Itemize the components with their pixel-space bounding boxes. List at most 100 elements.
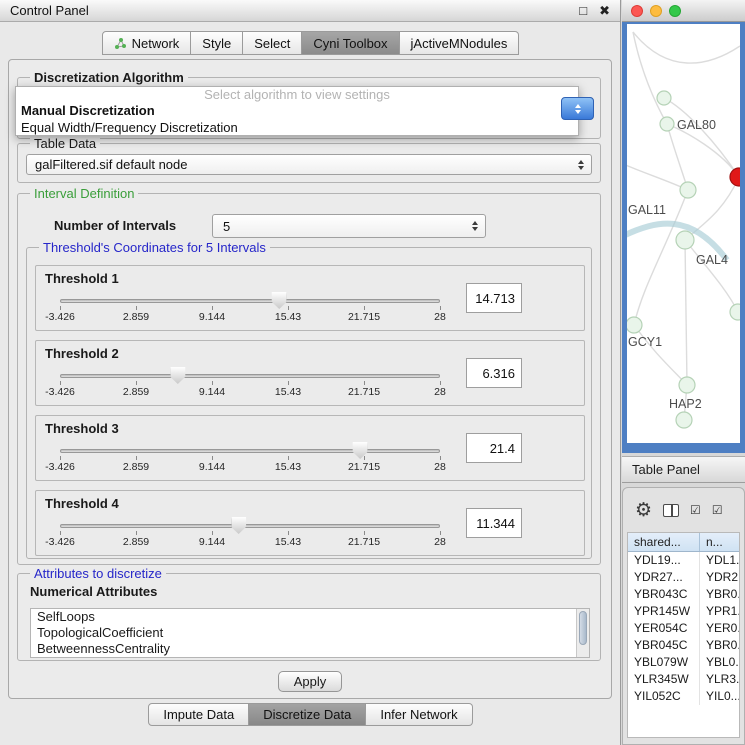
list-scrollbar[interactable]: [576, 609, 589, 657]
slider-scale-label: 9.144: [199, 386, 225, 398]
slider-tick: [364, 381, 365, 385]
table-cell: YPR145W: [628, 603, 700, 620]
network-canvas-svg: GAL80GAL11GAL4GCY1HAP2: [627, 24, 740, 443]
table-cell: YPR1...: [700, 603, 739, 620]
network-node[interactable]: [680, 182, 696, 198]
threshold-slider[interactable]: -3.4262.8599.14415.4321.71528: [46, 515, 454, 553]
slider-thumb[interactable]: [353, 442, 368, 459]
threshold-value-field[interactable]: [466, 283, 522, 313]
tab-network[interactable]: Network: [102, 31, 192, 55]
slider-thumb[interactable]: [272, 292, 287, 309]
table-row[interactable]: YER054CYER0...: [628, 620, 739, 637]
algorithm-group-title: Discretization Algorithm: [30, 70, 188, 85]
scrollbar-thumb[interactable]: [579, 611, 587, 645]
table-row[interactable]: YLR345WYLR3...: [628, 671, 739, 688]
table-row[interactable]: YPR145WYPR1...: [628, 603, 739, 620]
slider-scale-label: 21.715: [348, 386, 380, 398]
attribute-list-item[interactable]: TopologicalCoefficient: [31, 625, 589, 641]
minimize-button[interactable]: [650, 5, 662, 17]
tab-cyni-toolbox[interactable]: Cyni Toolbox: [302, 31, 399, 55]
table-cell: YLR345W: [628, 671, 700, 688]
attribute-list-item[interactable]: BetweennessCentrality: [31, 641, 589, 657]
slider-scale-label: 15.43: [275, 311, 301, 323]
slider-scale-label: 15.43: [275, 461, 301, 473]
apply-button[interactable]: Apply: [278, 671, 342, 692]
tab-jactivemodules[interactable]: jActiveMNodules: [400, 31, 520, 55]
column-header-shared-name[interactable]: shared...: [628, 533, 700, 551]
thresholds-group-title: Threshold's Coordinates for 5 Intervals: [39, 240, 270, 255]
bottom-tab-bar: Impute Data Discretize Data Infer Networ…: [0, 703, 621, 727]
dropdown-option-equal-width[interactable]: Equal Width/Frequency Discretization: [16, 119, 578, 136]
table-row[interactable]: YDL19...YDL1...: [628, 552, 739, 569]
threshold-value-field[interactable]: [466, 508, 522, 538]
attributes-group-title: Attributes to discretize: [30, 566, 166, 581]
zoom-button[interactable]: [669, 5, 681, 17]
table-row[interactable]: YBL079WYBL0...: [628, 654, 739, 671]
slider-tick: [440, 306, 441, 310]
network-canvas[interactable]: GAL80GAL11GAL4GCY1HAP2: [627, 24, 740, 443]
network-edge: [667, 124, 688, 190]
slider-tick: [364, 306, 365, 310]
network-node[interactable]: [660, 117, 674, 131]
table-data-combo[interactable]: galFiltered.sif default node: [26, 154, 592, 175]
combo-arrows-button[interactable]: [561, 97, 594, 120]
close-icon[interactable]: ✖: [599, 3, 610, 19]
network-node[interactable]: [676, 231, 694, 249]
threshold-value-field[interactable]: [466, 433, 522, 463]
network-node[interactable]: [657, 91, 671, 105]
tab-select[interactable]: Select: [243, 31, 302, 55]
dropdown-option-manual[interactable]: Manual Discretization: [16, 102, 578, 119]
network-node-selected[interactable]: [730, 168, 740, 186]
tab-style[interactable]: Style: [191, 31, 243, 55]
numerical-attributes-list[interactable]: SelfLoopsTopologicalCoefficientBetweenne…: [30, 608, 590, 658]
tab-infer-network[interactable]: Infer Network: [366, 703, 472, 726]
network-node[interactable]: [676, 412, 692, 428]
close-button[interactable]: [631, 5, 643, 17]
float-window-icon[interactable]: □: [579, 3, 587, 18]
slider-track[interactable]: [60, 524, 440, 528]
slider-scale-label: 28: [434, 311, 446, 323]
tab-impute-data[interactable]: Impute Data: [148, 703, 249, 726]
network-node-label: GAL4: [696, 253, 728, 267]
slider-thumb[interactable]: [170, 367, 185, 384]
slider-track[interactable]: [60, 449, 440, 453]
table-cell: YBR043C: [628, 586, 700, 603]
network-edge: [633, 32, 667, 124]
network-node-label: GAL80: [677, 118, 716, 132]
table-header-row: shared... n...: [628, 533, 739, 552]
columns-icon[interactable]: [663, 504, 679, 517]
tab-label: jActiveMNodules: [411, 36, 508, 51]
network-node[interactable]: [627, 317, 642, 333]
top-tab-bar: Network Style Select Cyni Toolbox jActiv…: [0, 31, 621, 55]
slider-track[interactable]: [60, 299, 440, 303]
slider-tick: [60, 531, 61, 535]
slider-track[interactable]: [60, 374, 440, 378]
column-header-name[interactable]: n...: [700, 533, 739, 551]
threshold-panel-4: Threshold 4 -3.4262.8599.14415.4321.7152…: [35, 490, 585, 556]
table-row[interactable]: YDR27...YDR2...: [628, 569, 739, 586]
threshold-slider[interactable]: -3.4262.8599.14415.4321.71528: [46, 290, 454, 328]
table-row[interactable]: YIL052CYIL0...: [628, 688, 739, 705]
threshold-slider[interactable]: -3.4262.8599.14415.4321.71528: [46, 365, 454, 403]
table-panel-title: Table Panel: [632, 462, 700, 477]
attribute-list-item[interactable]: SelfLoops: [31, 609, 589, 625]
table-data-combo-value: galFiltered.sif default node: [35, 157, 187, 172]
slider-scale-label: 2.859: [123, 311, 149, 323]
table-row[interactable]: YBR043CYBR0...: [628, 586, 739, 603]
slider-thumb[interactable]: [231, 517, 246, 534]
threshold-slider[interactable]: -3.4262.8599.14415.4321.71528: [46, 440, 454, 478]
slider-scale-label: 21.715: [348, 536, 380, 548]
select-all-checkbox-icon[interactable]: ☑: [690, 504, 701, 516]
slider-scale-label: -3.426: [45, 536, 75, 548]
num-intervals-combo[interactable]: 5: [212, 214, 486, 238]
threshold-value-field[interactable]: [466, 358, 522, 388]
table-row[interactable]: YBR045CYBR0...: [628, 637, 739, 654]
gear-icon[interactable]: ⚙: [635, 501, 652, 520]
select-column-checkbox-icon[interactable]: ☑: [712, 504, 723, 516]
network-node[interactable]: [679, 377, 695, 393]
network-node[interactable]: [730, 304, 740, 320]
tab-discretize-data[interactable]: Discretize Data: [249, 703, 366, 726]
tab-label: Network: [132, 36, 180, 51]
combo-spinner-icon: [472, 221, 478, 231]
slider-tick: [364, 531, 365, 535]
